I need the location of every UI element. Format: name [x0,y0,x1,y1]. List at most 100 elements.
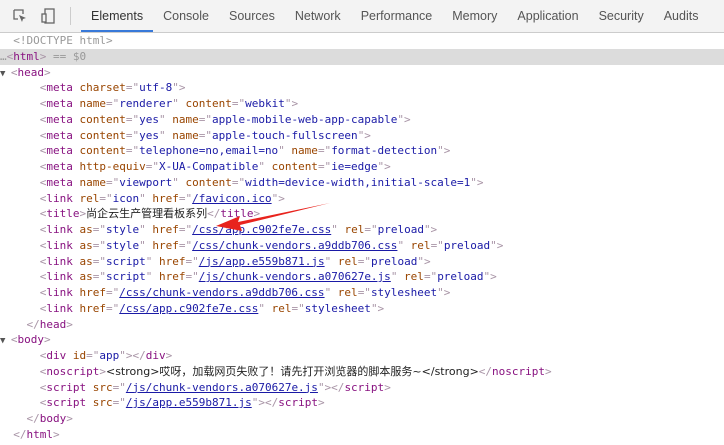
punctuation: > [545,364,552,378]
tag-name: meta [46,81,73,95]
dom-node-line[interactable]: <link href="/css/app.c902fe7e.css" rel="… [0,301,724,317]
dom-node-line[interactable]: <link as="style" href="/css/app.c902fe7e… [0,222,724,238]
dom-node-line[interactable]: <meta content="telephone=no,email=no" na… [0,143,724,159]
dom-node-line[interactable]: <link as="style" href="/css/chunk-vendor… [0,238,724,254]
dom-node-line[interactable]: </head> [0,317,724,333]
attribute-name: rel [331,286,358,299]
attribute-name: content [264,160,318,173]
tab-sources[interactable]: Sources [219,0,285,32]
dom-node-line[interactable]: …<html> == $0 [0,48,724,65]
resource-link[interactable]: /css/chunk-vendors.a9ddb706.css [192,239,397,252]
dom-node-line[interactable]: <link href="/css/chunk-vendors.a9ddb706.… [0,285,724,301]
punctuation: " [158,128,166,142]
punctuation: =" [357,286,371,299]
punctuation: " [258,160,265,173]
punctuation: =" [178,238,193,252]
punctuation: > [384,380,391,394]
tag-name: script [344,380,385,394]
expand-triangle-icon[interactable]: ▼ [0,336,11,346]
attribute-name: href [152,270,186,284]
dom-node-line[interactable]: </html> [0,427,724,443]
punctuation: " [172,97,179,110]
punctuation: " [278,144,285,158]
dom-node-line[interactable]: <meta name="viewport" content="width=dev… [0,175,724,191]
resource-link[interactable]: /js/app.e559b871.js [126,396,252,409]
attribute-name: href [145,191,179,205]
dom-node-line[interactable]: <title>尚企云生产管理看板系列</title> [0,206,724,222]
attribute-value: script [106,254,146,268]
tag-name: link [46,301,73,315]
dom-node-line[interactable]: <script src="/js/chunk-vendors.a070627e.… [0,380,724,396]
punctuation: =" [231,97,246,110]
resource-link[interactable]: /favicon.ico [192,192,271,205]
attribute-name: as [72,223,93,236]
attribute-name: rel [331,254,358,268]
punctuation: =" [357,254,371,268]
punctuation: " [139,238,146,252]
tab-application[interactable]: Application [507,0,588,32]
punctuation: =" [112,396,126,410]
attribute-value: telephone=no,email=no [139,144,279,158]
punctuation: "> [357,128,371,142]
attribute-value: apple-mobile-web-app-capable [211,112,398,126]
punctuation: =" [185,254,199,268]
tag-name: meta [46,175,73,189]
tag-name: title [220,207,254,221]
punctuation: =" [291,301,305,315]
tab-console[interactable]: Console [153,0,219,32]
dom-node-line[interactable]: <meta content="yes" name="apple-mobile-w… [0,112,724,128]
attribute-value: preload [377,223,424,236]
resource-link[interactable]: /js/chunk-vendors.a070627e.js [199,270,391,283]
dom-node-line[interactable]: <meta name="renderer" content="webkit"> [0,96,724,112]
dom-node-line[interactable]: <!DOCTYPE html> [0,33,724,49]
resource-link[interactable]: /js/app.e559b871.js [199,255,325,268]
dom-node-line[interactable]: <meta charset="utf-8"> [0,80,724,96]
punctuation: > [165,349,173,362]
resource-link[interactable]: /js/chunk-vendors.a070627e.js [126,381,318,394]
punctuation: =" [92,270,106,284]
attribute-value: app [99,349,120,362]
dom-node-line[interactable]: <meta content="yes" name="apple-touch-fu… [0,128,724,144]
tab-network[interactable]: Network [285,0,351,32]
punctuation: =" [125,144,140,158]
tag-name: script [46,396,87,410]
tab-memory[interactable]: Memory [442,0,507,32]
inspect-element-icon[interactable] [12,8,28,24]
dom-node-line[interactable]: <script src="/js/app.e559b871.js"></scri… [0,395,724,411]
resource-link[interactable]: /css/app.c902fe7e.css [192,223,331,236]
tab-audits[interactable]: Audits [654,0,709,32]
attribute-value: width=device-width,initial-scale=1 [245,175,471,189]
expand-triangle-icon[interactable]: ▼ [0,69,11,79]
attribute-name: id [66,349,87,362]
resource-link[interactable]: /css/chunk-vendors.a9ddb706.css [119,286,324,299]
attribute-name: content [178,175,232,189]
punctuation: =" [145,160,159,173]
dom-node-line[interactable]: <link as="script" href="/js/chunk-vendor… [0,269,724,285]
tab-security[interactable]: Security [589,0,654,32]
dom-node-line[interactable]: <meta http-equiv="X-UA-Compatible" conte… [0,159,724,175]
dom-node-line[interactable]: </body> [0,411,724,427]
resource-link[interactable]: /css/app.c902fe7e.css [119,302,258,315]
dom-node-line[interactable]: ▼ <body> [0,332,724,348]
attribute-value: utf-8 [139,81,173,95]
dom-node-line[interactable]: <noscript><strong>哎呀，加载网页失败了！请先打开浏览器的脚本服… [0,364,724,380]
tag-name: noscript [492,364,546,378]
attribute-name: content [72,144,126,158]
dom-node-line[interactable]: <div id="app"></div> [0,348,724,364]
tab-elements[interactable]: Elements [81,0,154,32]
device-toggle-icon[interactable] [40,8,56,24]
dom-node-line[interactable]: ▼ <head> [0,65,724,81]
punctuation: =" [106,175,120,189]
tag-name: link [46,238,73,252]
attribute-name: http-equiv [72,160,146,173]
tab-performance[interactable]: Performance [351,0,443,32]
punctuation: =" [231,175,246,189]
text-node: 尚企云生产管理看板系列 [86,207,208,221]
dom-node-line[interactable]: <link rel="icon" href="/favicon.ico"> [0,191,724,207]
dom-node-line[interactable]: <link as="script" href="/js/app.e559b871… [0,254,724,270]
